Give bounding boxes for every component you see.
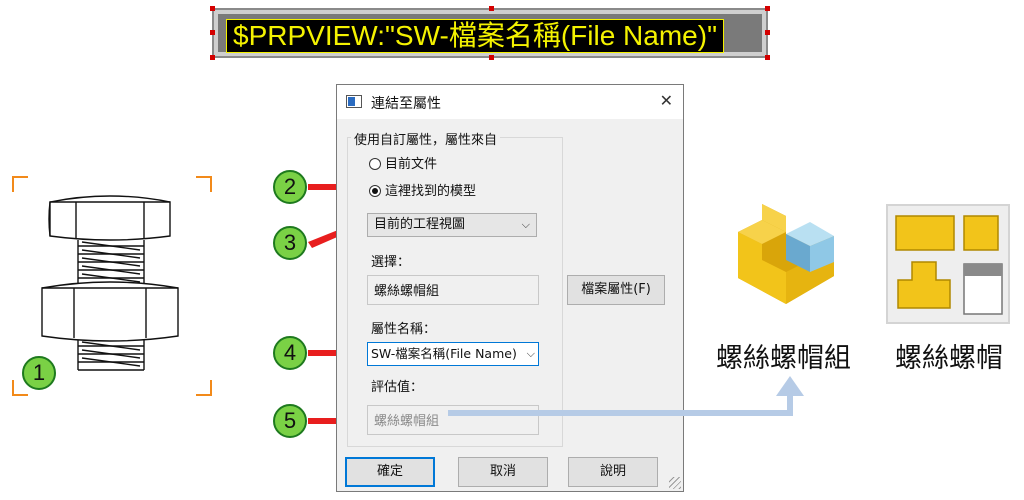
dialog-titlebar: 連結至屬性 ✕ — [337, 85, 683, 119]
help-button[interactable]: 說明 — [568, 457, 658, 487]
property-name-label: 屬性名稱： — [371, 322, 437, 337]
close-icon[interactable]: ✕ — [660, 91, 673, 110]
cancel-button[interactable]: 取消 — [458, 457, 548, 487]
drawing-sheet-icon — [886, 204, 1010, 324]
resize-grip[interactable] — [669, 477, 681, 489]
dialog-title: 連結至屬性 — [371, 96, 441, 112]
part-name-label: 螺絲螺帽 — [895, 343, 1003, 374]
callout-3: 3 — [273, 226, 307, 260]
view-dropdown[interactable]: 目前的工程視圖 ⌵ — [367, 213, 537, 237]
selection-label: 選擇： — [371, 255, 411, 270]
radio-unchecked-icon — [369, 158, 381, 170]
prpview-banner: $PRPVIEW:"SW-檔案名稱(File Name)" — [210, 6, 770, 60]
assembly-3d-icon — [738, 204, 834, 304]
radio-current-document[interactable]: 目前文件 — [369, 153, 437, 172]
group-label: 使用自訂屬性，屬性來自 — [351, 129, 501, 148]
chevron-down-icon: ⌵ — [521, 218, 530, 231]
callout-4: 4 — [273, 336, 307, 370]
radio-found-model[interactable]: 這裡找到的模型 — [369, 180, 476, 199]
assembly-name-label: 螺絲螺帽組 — [716, 343, 851, 374]
evaluated-value-label: 評估值： — [371, 380, 424, 395]
callout-5: 5 — [273, 404, 307, 438]
ok-button[interactable]: 確定 — [345, 457, 435, 487]
callout-2: 2 — [273, 170, 307, 204]
prpview-text: $PRPVIEW:"SW-檔案名稱(File Name)" — [226, 19, 725, 53]
flow-arrow-icon — [448, 376, 804, 416]
radio-checked-icon — [369, 185, 381, 197]
callout-1: 1 — [22, 356, 56, 390]
selection-value: 螺絲螺帽組 — [374, 284, 440, 299]
view-dropdown-value: 目前的工程視圖 — [374, 217, 466, 232]
selection-field: 螺絲螺帽組 — [367, 275, 539, 305]
evaluated-value: 螺絲螺帽組 — [374, 414, 440, 429]
radio-found-model-label: 這裡找到的模型 — [385, 184, 477, 199]
dialog-app-icon — [346, 95, 362, 108]
radio-current-document-label: 目前文件 — [385, 157, 438, 172]
chevron-down-icon: ⌵ — [526, 347, 535, 360]
file-properties-button[interactable]: 檔案屬性(F) — [567, 275, 665, 305]
property-name-value: SW-檔案名稱(File Name) — [371, 346, 517, 361]
property-name-dropdown[interactable]: SW-檔案名稱(File Name) ⌵ — [367, 342, 539, 366]
